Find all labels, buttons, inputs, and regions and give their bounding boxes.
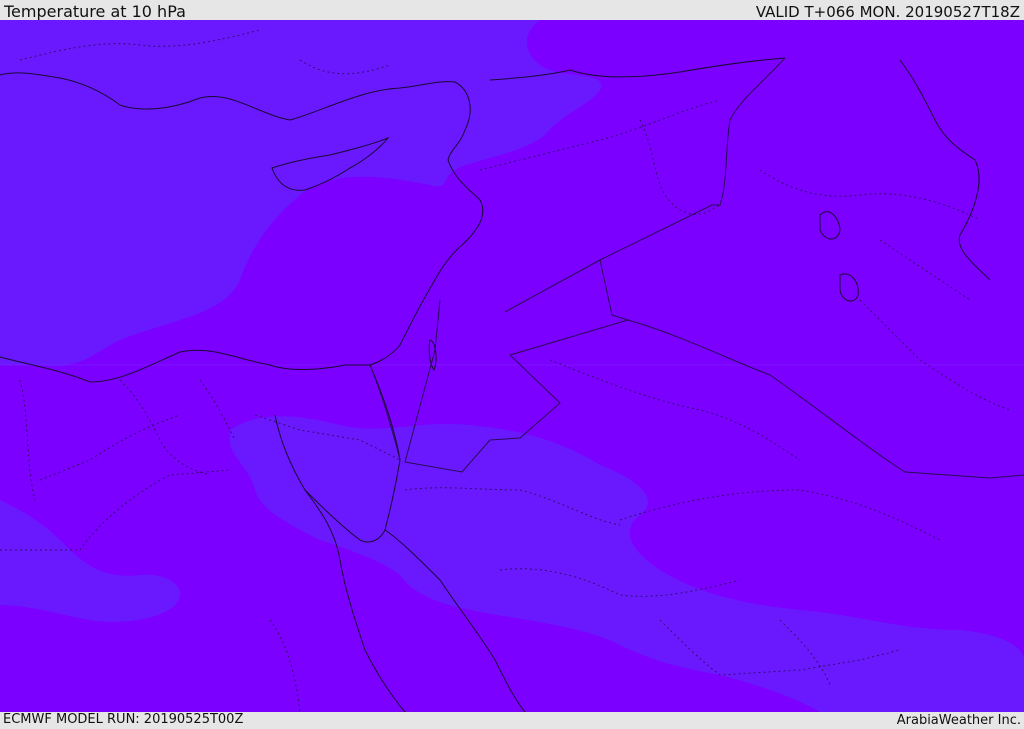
- footer-bar: ECMWF MODEL RUN: 20190525T00Z ArabiaWeat…: [0, 712, 1024, 729]
- credit-label: ArabiaWeather Inc.: [896, 713, 1021, 728]
- map-title: Temperature at 10 hPa: [4, 2, 186, 21]
- valid-time: VALID T+066 MON. 20190527T18Z: [755, 3, 1020, 21]
- model-run-label: ECMWF MODEL RUN: 20190525T00Z: [3, 712, 244, 727]
- temperature-map[interactable]: [0, 20, 1024, 712]
- header-bar: Temperature at 10 hPa VALID T+066 MON. 2…: [0, 0, 1024, 20]
